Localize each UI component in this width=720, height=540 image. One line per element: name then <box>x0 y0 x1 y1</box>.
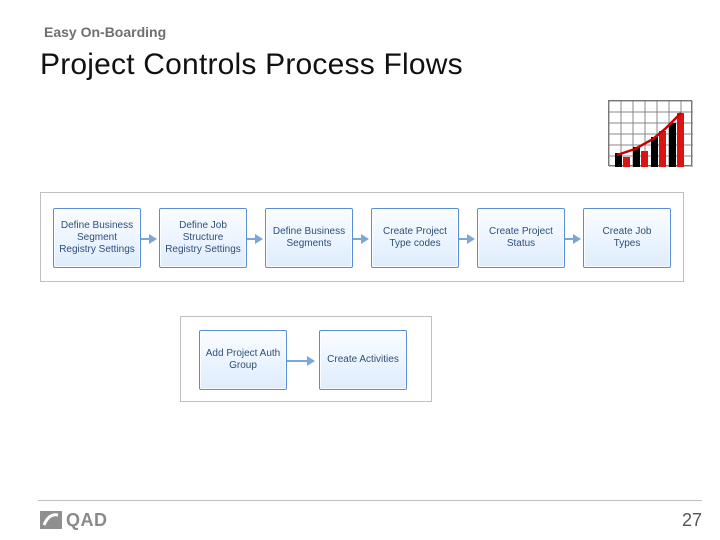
slide-title: Project Controls Process Flows <box>40 48 463 82</box>
flow-step-define-business-segments: Define Business Segments <box>265 208 353 268</box>
flow-step-create-project-status: Create Project Status <box>477 208 565 268</box>
process-flow-row-1: Define Business Segment Registry Setting… <box>40 192 684 282</box>
slide-subtitle: Easy On-Boarding <box>44 24 166 40</box>
qad-logo-text: QAD <box>66 510 108 531</box>
slide-footer: QAD 27 <box>0 500 720 540</box>
flow-step-define-business-segment-registry: Define Business Segment Registry Setting… <box>53 208 141 268</box>
qad-logo-icon <box>40 511 62 529</box>
arrow-icon <box>353 238 363 240</box>
flow-step-create-job-types: Create Job Types <box>583 208 671 268</box>
flow-step-create-activities: Create Activities <box>319 330 407 390</box>
arrow-icon <box>565 238 575 240</box>
page-number: 27 <box>682 510 702 531</box>
arrow-icon <box>459 238 469 240</box>
process-flow-row-2: Add Project Auth Group Create Activities <box>180 316 432 402</box>
flow-step-define-job-structure-registry: Define Job Structure Registry Settings <box>159 208 247 268</box>
arrow-icon <box>141 238 151 240</box>
bar-chart-icon <box>608 100 692 166</box>
slide: Easy On-Boarding Project Controls Proces… <box>0 0 720 540</box>
arrow-icon <box>287 360 309 362</box>
qad-logo: QAD <box>40 510 108 531</box>
flow-step-add-project-auth-group: Add Project Auth Group <box>199 330 287 390</box>
flow-step-create-project-type-codes: Create Project Type codes <box>371 208 459 268</box>
arrow-icon <box>247 238 257 240</box>
